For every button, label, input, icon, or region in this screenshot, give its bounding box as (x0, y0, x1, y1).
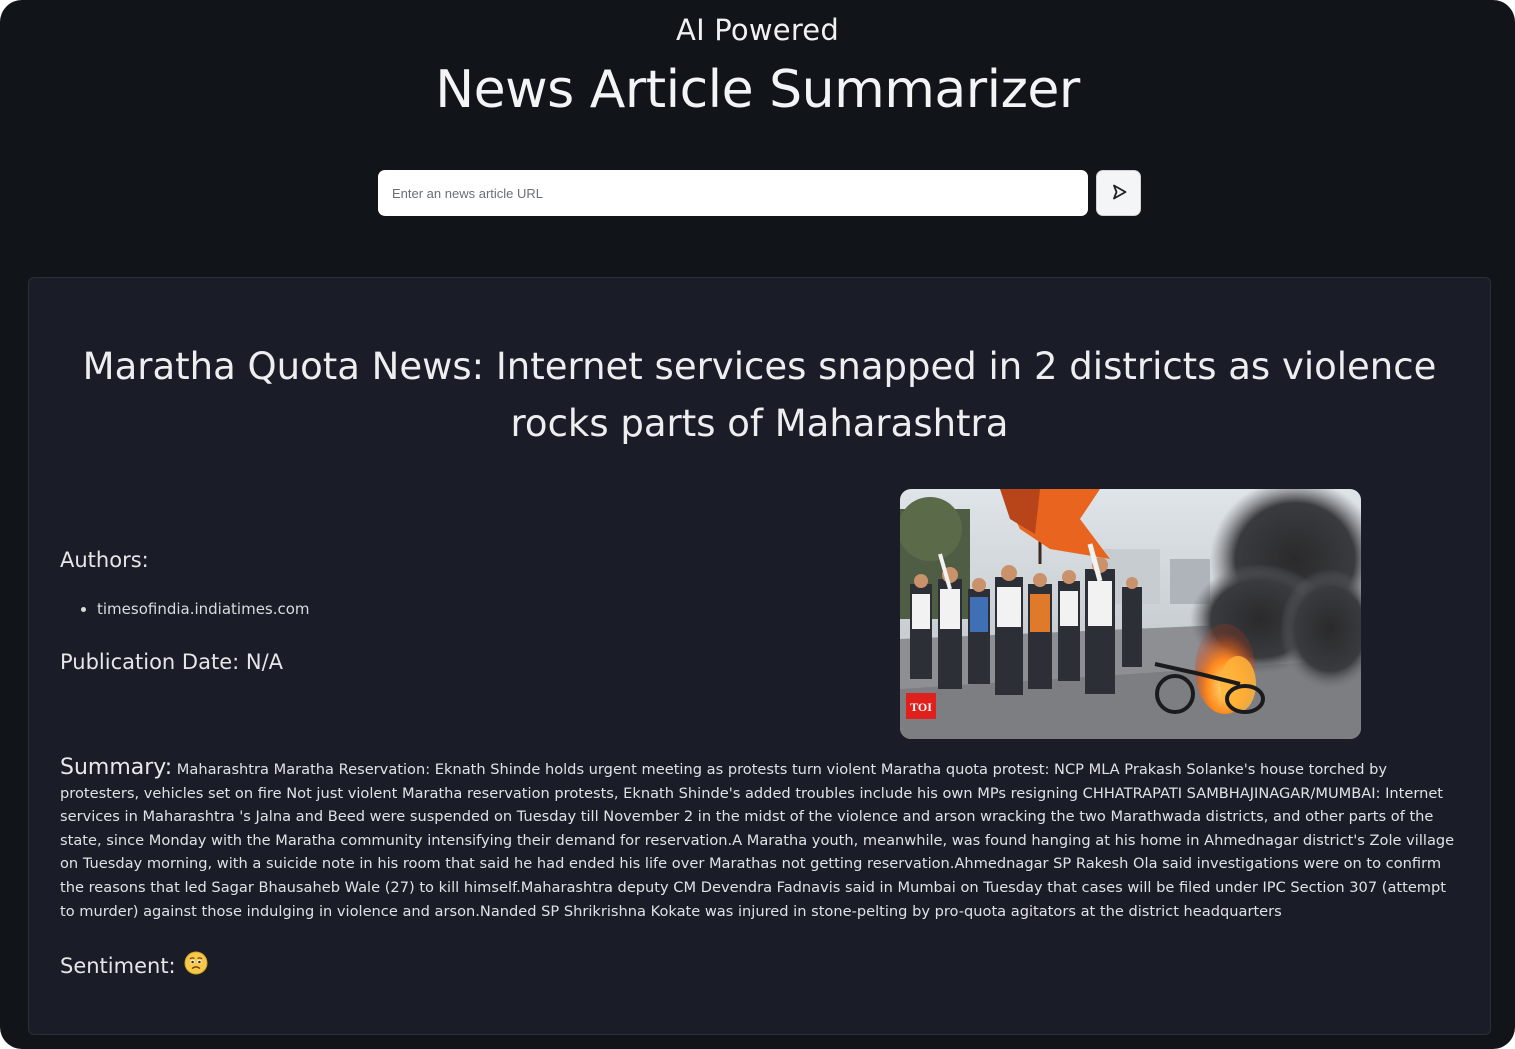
author-item: timesofindia.indiatimes.com (97, 600, 310, 618)
article-headline: Maratha Quota News: Internet services sn… (82, 345, 1437, 445)
publication-date-value: N/A (245, 650, 284, 674)
article-image: TOI (900, 489, 1361, 739)
authors-label: Authors: (60, 548, 149, 572)
summary-text: Maharashtra Maratha Reservation: Eknath … (60, 761, 1455, 920)
article-card: Maratha Quota News: Internet services sn… (28, 277, 1491, 1035)
publication-date-label: Publication Date: (60, 650, 240, 674)
sentiment-label: Sentiment: (60, 953, 176, 978)
app-kicker: AI Powered (676, 13, 839, 47)
summary: Summary: Maharashtra Maratha Reservation… (60, 756, 1465, 923)
url-input[interactable] (378, 170, 1088, 216)
authors-list: timesofindia.indiatimes.com (79, 600, 310, 618)
sentiment: Sentiment: (60, 951, 208, 980)
app-title: News Article Summarizer (435, 60, 1080, 120)
send-icon (1109, 182, 1129, 205)
submit-button[interactable] (1096, 170, 1141, 216)
toi-watermark: TOI (910, 700, 932, 714)
summary-label: Summary: (60, 755, 173, 780)
publication-date: Publication Date: N/A (60, 650, 283, 674)
app-window: AI Powered News Article Summarizer Marat… (0, 0, 1515, 1049)
worried-face-icon (184, 951, 208, 980)
